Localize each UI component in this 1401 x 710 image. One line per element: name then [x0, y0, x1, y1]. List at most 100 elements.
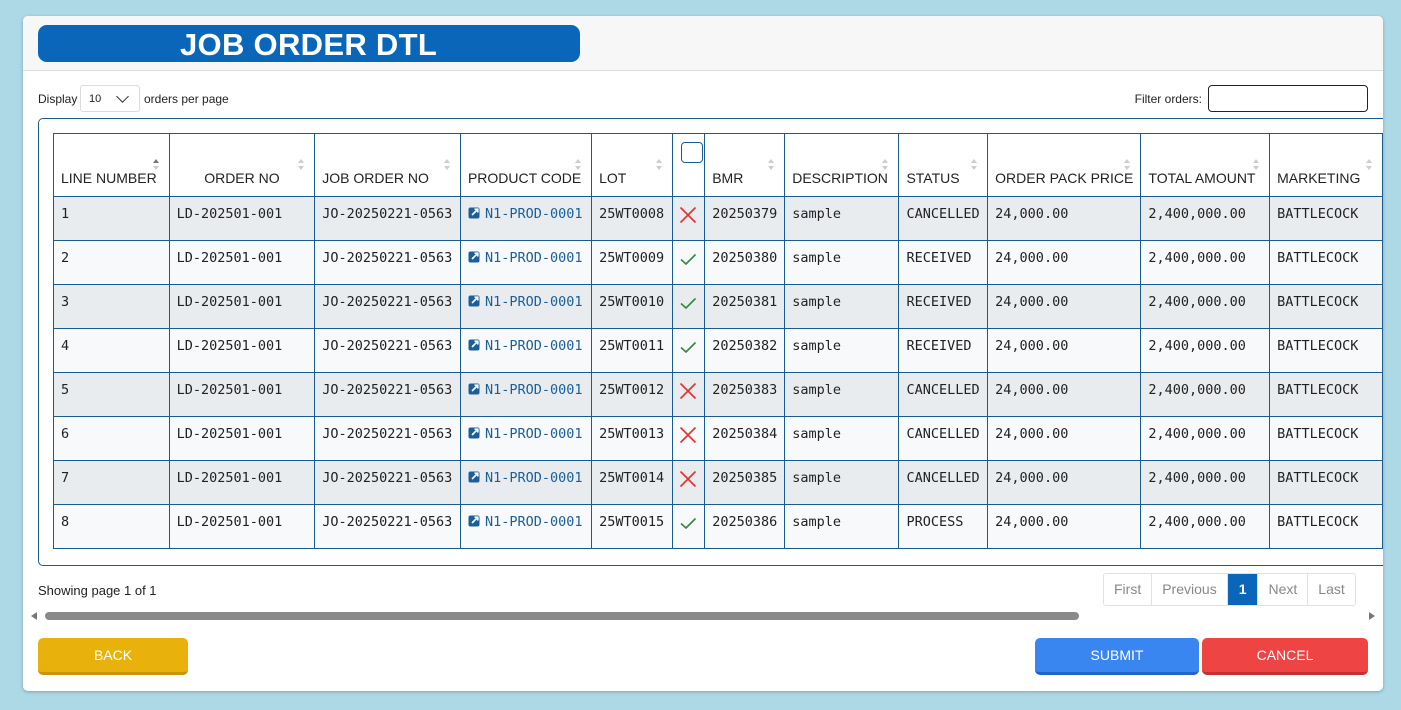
cell-product-code[interactable]: N1-PROD-0001 — [459, 284, 593, 329]
cell-description: sample — [784, 460, 900, 505]
col-header-bmr[interactable]: BMR — [704, 133, 786, 197]
cell-order-no: LD-202501-001 — [168, 196, 316, 241]
submit-button[interactable]: SUBMIT — [1035, 638, 1199, 675]
cell-total-amount: 2,400,000.00 — [1140, 328, 1271, 373]
external-link-icon — [468, 471, 480, 483]
scroll-left-icon[interactable] — [31, 612, 37, 620]
page-current-button[interactable]: 1 — [1227, 574, 1259, 605]
col-header-lot[interactable]: LOT — [591, 133, 673, 197]
orders-table: LINE NUMBER ORDER NO JOB ORDER NO PRODUC… — [53, 133, 1383, 549]
filter-input[interactable] — [1208, 85, 1368, 112]
cell-lot: 25WT0010 — [591, 284, 673, 329]
cell-status: RECEIVED — [898, 284, 989, 329]
sort-icon — [1366, 159, 1372, 171]
cell-select[interactable] — [671, 240, 706, 285]
job-order-card: JOB ORDER DTL Display 10 orders per page… — [23, 16, 1383, 691]
cell-marketing: BATTLECOCK — [1269, 372, 1383, 417]
page-length-value: 10 — [89, 93, 102, 105]
select-all-checkbox[interactable] — [680, 142, 703, 163]
horizontal-scrollbar[interactable] — [30, 610, 1376, 622]
table-row[interactable]: 7 LD-202501-001 JO-20250221-0563 N1-PROD-00… — [53, 460, 1383, 505]
col-header-line-number[interactable]: LINE NUMBER — [53, 133, 170, 197]
sort-icon — [443, 159, 450, 171]
cell-select[interactable] — [671, 460, 706, 505]
cell-line-number: 1 — [53, 196, 170, 241]
sort-icon — [575, 159, 582, 171]
cross-icon — [680, 470, 697, 488]
cell-job-order-no: JO-20250221-0563 — [314, 284, 461, 329]
cross-icon — [680, 206, 697, 224]
cell-select[interactable] — [671, 196, 706, 241]
external-link-icon — [468, 383, 480, 395]
chevron-down-icon — [116, 90, 129, 103]
cell-select[interactable] — [671, 372, 706, 417]
cell-bmr: 20250385 — [704, 460, 786, 505]
cell-bmr: 20250386 — [704, 504, 786, 549]
product-code-link[interactable]: N1-PROD-0001 — [485, 514, 583, 530]
external-link-icon — [468, 427, 480, 439]
cell-line-number: 3 — [53, 284, 170, 329]
cell-lot: 25WT0011 — [591, 328, 673, 373]
scroll-right-icon[interactable] — [1369, 612, 1375, 620]
page-last-button[interactable]: Last — [1308, 574, 1355, 605]
cell-status: RECEIVED — [898, 328, 989, 373]
table-row[interactable]: 1 LD-202501-001 JO-20250221-0563 N1-PROD-00… — [53, 196, 1383, 241]
table-row[interactable]: 8 LD-202501-001 JO-20250221-0563 N1-PROD-00… — [53, 504, 1383, 549]
cell-order-pack-price: 24,000.00 — [987, 240, 1142, 285]
cell-product-code[interactable]: N1-PROD-0001 — [459, 504, 593, 549]
col-header-status[interactable]: STATUS — [898, 133, 989, 197]
cell-job-order-no: JO-20250221-0563 — [314, 240, 461, 285]
product-code-link[interactable]: N1-PROD-0001 — [485, 206, 583, 222]
product-code-link[interactable]: N1-PROD-0001 — [485, 426, 583, 442]
scrollbar-thumb[interactable] — [45, 612, 1079, 620]
cell-product-code[interactable]: N1-PROD-0001 — [459, 196, 593, 241]
page-title: JOB ORDER DTL — [180, 27, 438, 62]
cell-line-number: 6 — [53, 416, 170, 461]
col-header-order-pack-price[interactable]: ORDER PACK PRICE — [987, 133, 1142, 197]
page-length-select[interactable]: 10 — [80, 85, 140, 112]
table-row[interactable]: 2 LD-202501-001 JO-20250221-0563 N1-PROD-00… — [53, 240, 1383, 285]
table-row[interactable]: 5 LD-202501-001 JO-20250221-0563 N1-PROD-00… — [53, 372, 1383, 417]
page-first-button[interactable]: First — [1104, 574, 1153, 605]
col-header-job-order-no[interactable]: JOB ORDER NO — [314, 133, 461, 197]
product-code-link[interactable]: N1-PROD-0001 — [485, 382, 583, 398]
cell-job-order-no: JO-20250221-0563 — [314, 196, 461, 241]
col-header-description[interactable]: DESCRIPTION — [784, 133, 900, 197]
cell-product-code[interactable]: N1-PROD-0001 — [459, 372, 593, 417]
table-row[interactable]: 6 LD-202501-001 JO-20250221-0563 N1-PROD-00… — [53, 416, 1383, 461]
sort-icon — [882, 159, 889, 171]
col-header-marketing[interactable]: MARKETING — [1269, 133, 1383, 197]
cell-product-code[interactable]: N1-PROD-0001 — [459, 460, 593, 505]
table-row[interactable]: 4 LD-202501-001 JO-20250221-0563 N1-PROD-00… — [53, 328, 1383, 373]
cell-marketing: BATTLECOCK — [1269, 284, 1383, 329]
sort-icon — [298, 159, 305, 171]
product-code-link[interactable]: N1-PROD-0001 — [485, 470, 583, 486]
cell-bmr: 20250383 — [704, 372, 786, 417]
page-next-button[interactable]: Next — [1258, 574, 1309, 605]
cell-select[interactable] — [671, 504, 706, 549]
card-header: JOB ORDER DTL — [23, 16, 1383, 71]
cell-marketing: BATTLECOCK — [1269, 196, 1383, 241]
cell-description: sample — [784, 196, 900, 241]
cell-select[interactable] — [671, 328, 706, 373]
product-code-link[interactable]: N1-PROD-0001 — [485, 338, 583, 354]
col-header-order-no[interactable]: ORDER NO — [168, 133, 316, 197]
col-header-total-amount[interactable]: TOTAL AMOUNT — [1140, 133, 1271, 197]
cell-select[interactable] — [671, 416, 706, 461]
col-header-product-code[interactable]: PRODUCT CODE — [459, 133, 593, 197]
cancel-button[interactable]: CANCEL — [1202, 638, 1368, 675]
cell-line-number: 7 — [53, 460, 170, 505]
cell-select[interactable] — [671, 284, 706, 329]
product-code-link[interactable]: N1-PROD-0001 — [485, 294, 583, 310]
back-button[interactable]: BACK — [38, 638, 188, 675]
sort-icon — [971, 159, 978, 171]
table-row[interactable]: 3 LD-202501-001 JO-20250221-0563 N1-PROD-00… — [53, 284, 1383, 329]
cell-description: sample — [784, 416, 900, 461]
cell-product-code[interactable]: N1-PROD-0001 — [459, 328, 593, 373]
sort-icon — [768, 159, 775, 171]
cell-lot: 25WT0015 — [591, 504, 673, 549]
cell-product-code[interactable]: N1-PROD-0001 — [459, 416, 593, 461]
product-code-link[interactable]: N1-PROD-0001 — [485, 250, 583, 266]
cell-product-code[interactable]: N1-PROD-0001 — [459, 240, 593, 285]
page-previous-button[interactable]: Previous — [1152, 574, 1228, 605]
